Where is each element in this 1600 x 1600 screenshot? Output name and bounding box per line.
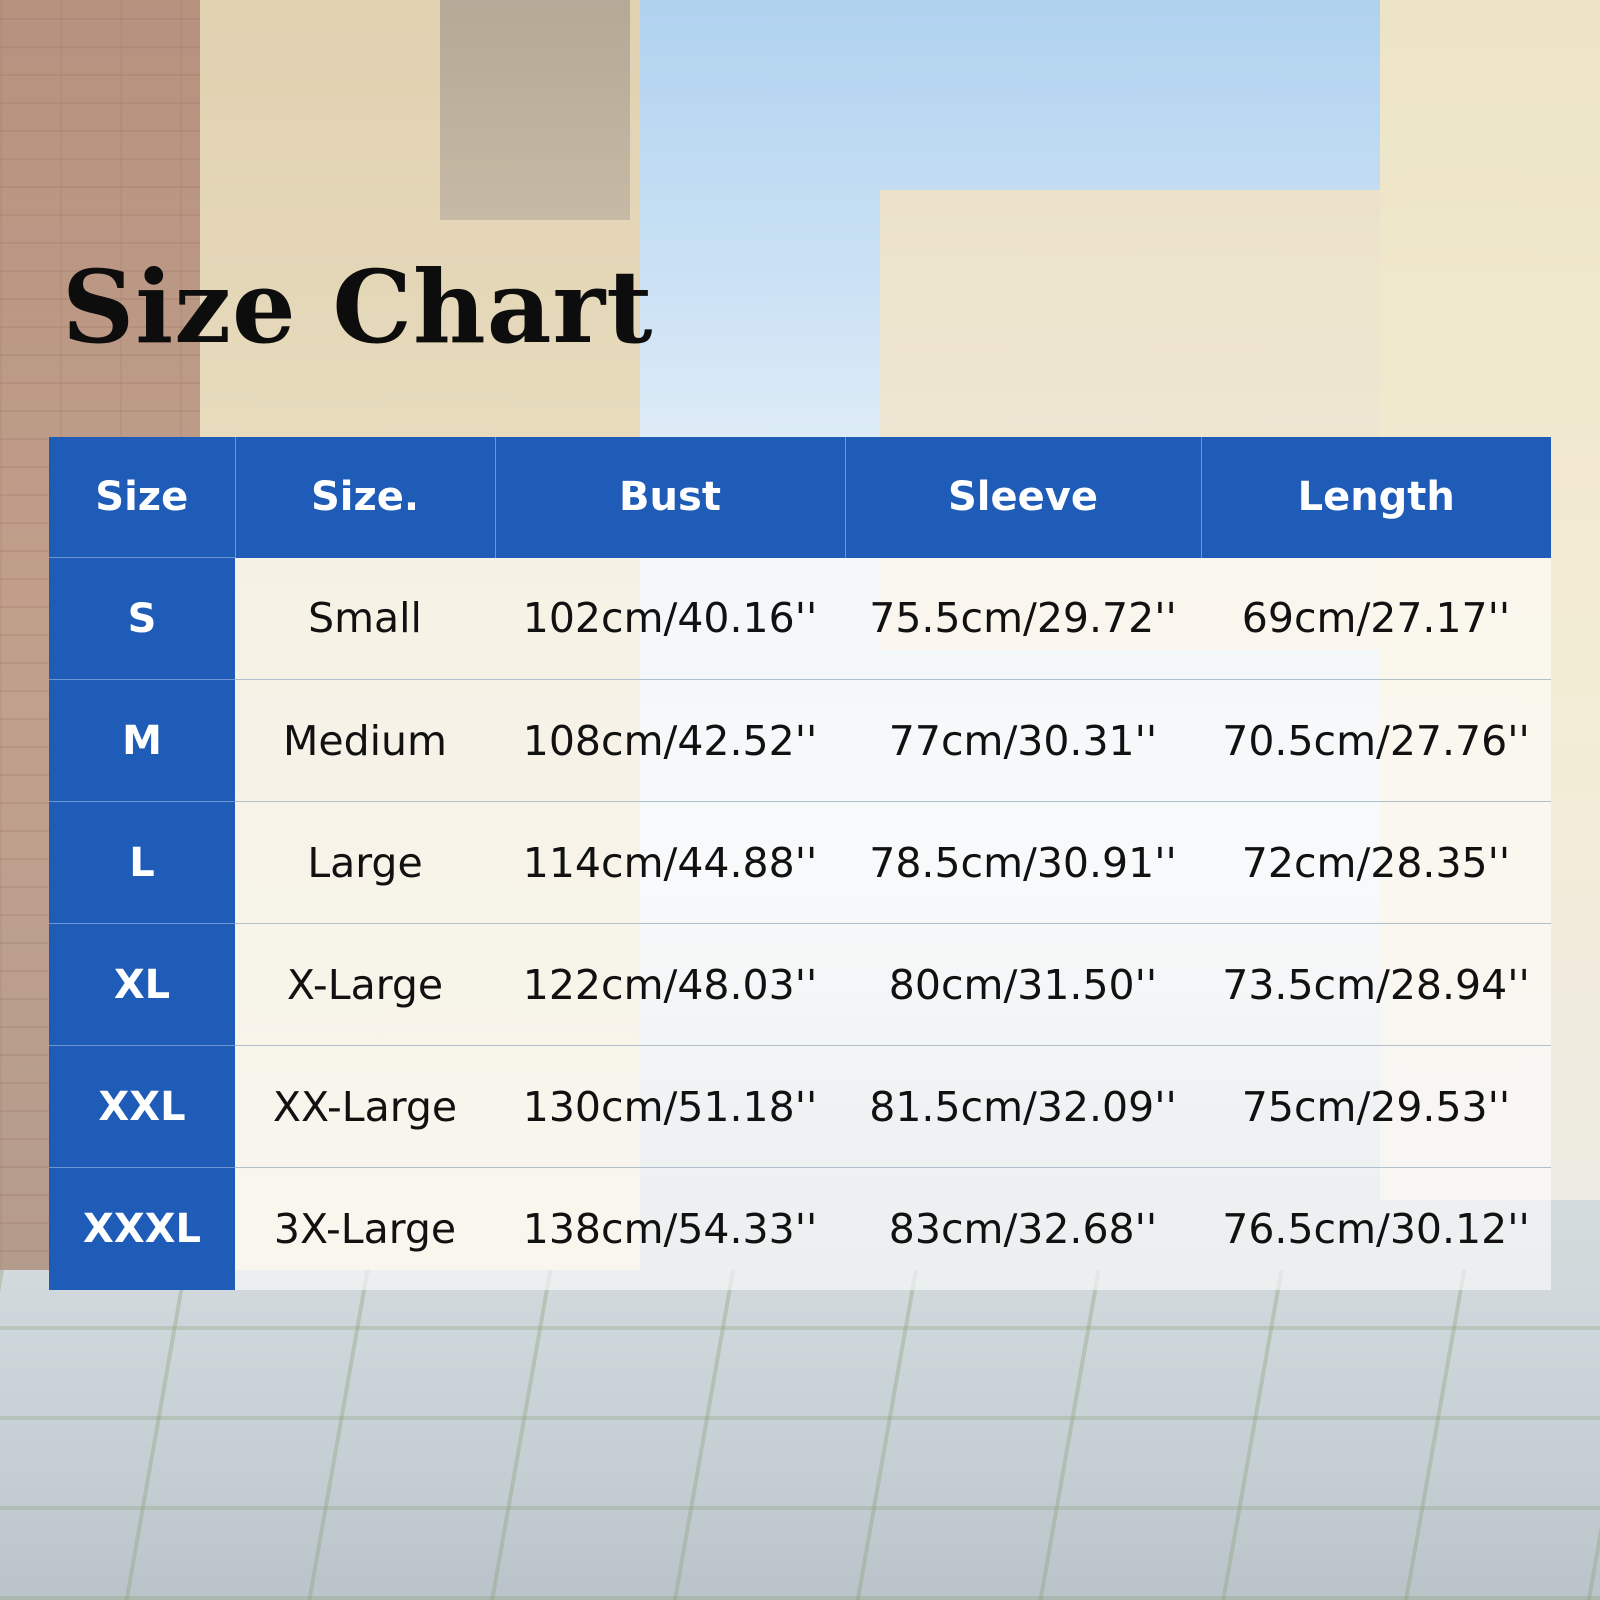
table-row: XL X-Large 122cm/48.03'' 80cm/31.50'' 73…	[49, 923, 1551, 1046]
size-name-cell: 3X-Large	[235, 1167, 495, 1290]
bust-cell: 122cm/48.03''	[495, 923, 845, 1046]
size-label: XXXL	[49, 1167, 235, 1290]
sleeve-cell: 75.5cm/29.72''	[845, 557, 1201, 680]
bust-cell: 114cm/44.88''	[495, 801, 845, 924]
size-name-cell: Large	[235, 801, 495, 924]
size-label: L	[49, 801, 235, 924]
bust-cell: 138cm/54.33''	[495, 1167, 845, 1290]
size-label: XL	[49, 923, 235, 1046]
table-row: XXXL 3X-Large 138cm/54.33'' 83cm/32.68''…	[49, 1167, 1551, 1290]
column-header-size: Size	[49, 437, 236, 558]
sleeve-cell: 77cm/30.31''	[845, 679, 1201, 802]
column-header-bust: Bust	[495, 437, 846, 558]
length-cell: 72cm/28.35''	[1201, 801, 1551, 924]
sleeve-cell: 83cm/32.68''	[845, 1167, 1201, 1290]
table-row: XXL XX-Large 130cm/51.18'' 81.5cm/32.09'…	[49, 1045, 1551, 1168]
length-cell: 69cm/27.17''	[1201, 557, 1551, 680]
bust-cell: 130cm/51.18''	[495, 1045, 845, 1168]
length-cell: 75cm/29.53''	[1201, 1045, 1551, 1168]
length-cell: 73.5cm/28.94''	[1201, 923, 1551, 1046]
size-name-cell: Small	[235, 557, 495, 680]
table-row: M Medium 108cm/42.52'' 77cm/30.31'' 70.5…	[49, 679, 1551, 802]
size-label: XXL	[49, 1045, 235, 1168]
size-label: S	[49, 557, 235, 680]
size-name-cell: Medium	[235, 679, 495, 802]
length-cell: 70.5cm/27.76''	[1201, 679, 1551, 802]
size-label: M	[49, 679, 235, 802]
bust-cell: 102cm/40.16''	[495, 557, 845, 680]
length-cell: 76.5cm/30.12''	[1201, 1167, 1551, 1290]
size-name-cell: XX-Large	[235, 1045, 495, 1168]
sleeve-cell: 81.5cm/32.09''	[845, 1045, 1201, 1168]
table-row: S Small 102cm/40.16'' 75.5cm/29.72'' 69c…	[49, 557, 1551, 680]
column-header-sleeve: Sleeve	[845, 437, 1202, 558]
size-chart-table: Size Size. Bust Sleeve Length S Small 10…	[49, 437, 1551, 1290]
sleeve-cell: 78.5cm/30.91''	[845, 801, 1201, 924]
column-header-length: Length	[1201, 437, 1551, 558]
sleeve-cell: 80cm/31.50''	[845, 923, 1201, 1046]
table-row: L Large 114cm/44.88'' 78.5cm/30.91'' 72c…	[49, 801, 1551, 924]
column-header-size-name: Size.	[235, 437, 496, 558]
table-header-row: Size Size. Bust Sleeve Length	[49, 437, 1551, 558]
page-title: Size Chart	[62, 248, 654, 366]
bust-cell: 108cm/42.52''	[495, 679, 845, 802]
size-name-cell: X-Large	[235, 923, 495, 1046]
